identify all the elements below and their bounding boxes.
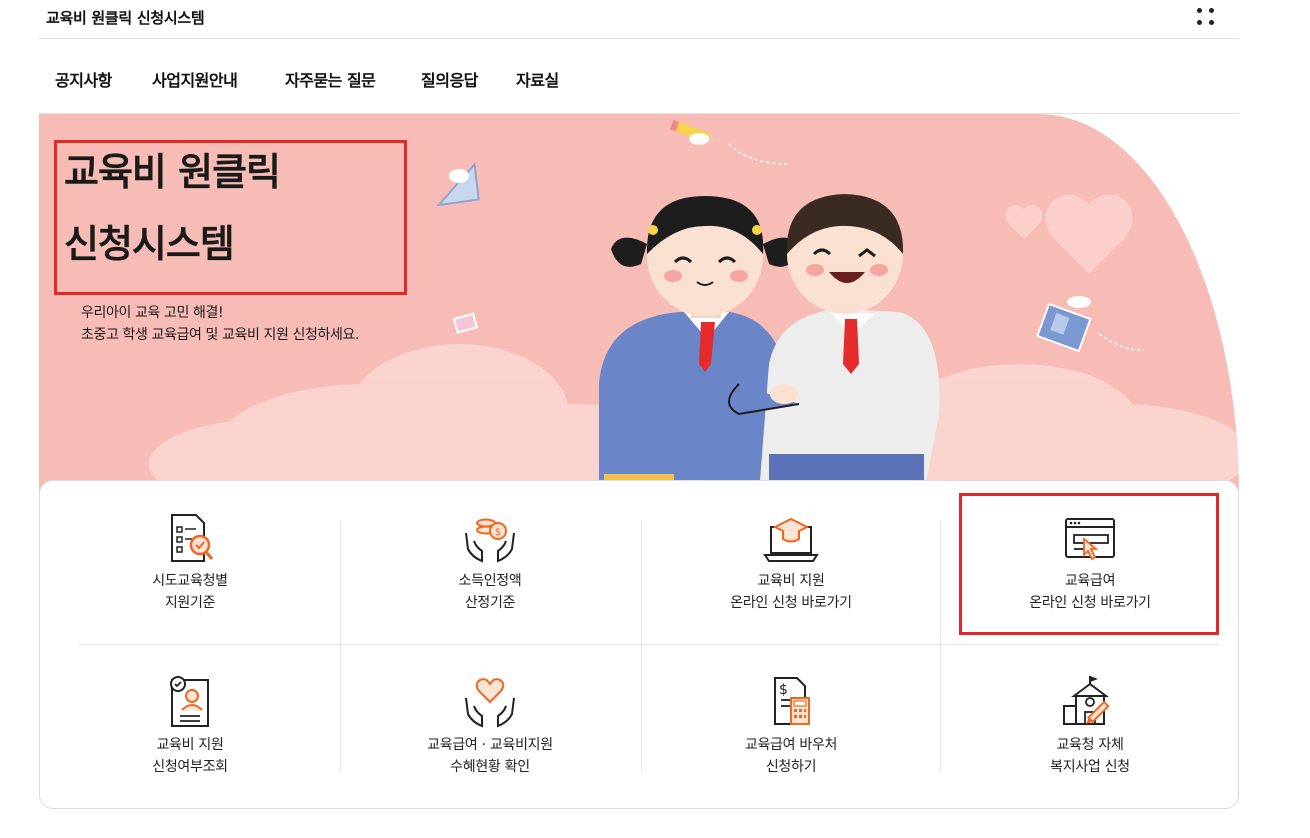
hero-subtitle-line2: 초중고 학생 교육급여 및 교육비 지원 신청하세요. [81,327,359,343]
service-card-education-cost-apply[interactable]: 교육비 지원 온라인 신청 바로가기 [641,506,941,646]
service-card-regional-criteria[interactable]: 시도교육청별 지원기준 [40,506,340,646]
service-label-line1: 시도교육청별 [152,573,228,589]
service-label-line1: 교육급여 바우처 [744,737,838,753]
service-label: 교육청 자체 복지사업 신청 [940,734,1240,778]
document-search-icon [171,514,214,562]
dots-grid-icon[interactable] [1197,8,1217,28]
hero-title-line1: 교육비 원클릭 [64,150,281,194]
svg-text:$: $ [779,682,788,698]
service-label: 시도교육청별 지원기준 [40,570,340,614]
hero-title-line2: 신청시스템 [64,222,235,266]
hero-subtitle-line1: 우리아이 교육 고민 해결! [81,305,224,321]
service-label: 교육급여 · 교육비지원 수혜현황 확인 [340,734,640,778]
service-label-line1: 교육청 자체 [1056,737,1124,753]
service-card-voucher-apply[interactable]: $ 교육급여 바우처 신청하기 [641,671,941,811]
hands-coins-icon: $ [465,518,515,563]
service-label-line2: 온라인 신청 바로가기 [1029,595,1151,611]
service-label-line1: 교육비 지원 [757,573,825,589]
service-label-line2: 산정기준 [464,595,516,611]
service-label: 소득인정액 산정기준 [340,570,640,614]
service-card-application-status[interactable]: 교육비 지원 신청여부조회 [40,671,340,811]
service-card-education-benefit-apply[interactable]: 교육급여 온라인 신청 바로가기 [940,506,1240,646]
school-pencil-icon [1063,676,1110,725]
top-bar: 교육비 원클릭 신청시스템 [39,0,1239,39]
profile-check-icon [170,676,209,727]
nav-item-qna[interactable]: 질의응답 [421,67,478,91]
nav-item-faq[interactable]: 자주묻는 질문 [285,67,376,91]
site-title[interactable]: 교육비 원클릭 신청시스템 [46,7,205,28]
svg-text:$: $ [495,527,501,538]
service-label-line2: 복지사업 신청 [1050,759,1130,775]
nav-item-notice[interactable]: 공지사항 [55,67,112,91]
service-card-income-criteria[interactable]: $ 소득인정액 산정기준 [340,506,640,646]
service-label: 교육비 지원 온라인 신청 바로가기 [641,570,941,614]
browser-click-icon [1065,518,1115,561]
service-label: 교육비 지원 신청여부조회 [40,734,340,778]
hands-heart-icon [465,678,515,728]
service-label-line2: 지원기준 [164,595,216,611]
service-label: 교육급여 온라인 신청 바로가기 [940,570,1240,614]
service-label-line2: 신청여부조회 [152,759,228,775]
invoice-calculator-icon: $ [774,677,810,725]
hero-banner: 교육비 원클릭 신청시스템 우리아이 교육 고민 해결! 초중고 학생 교육급여… [39,114,1239,494]
service-label: 교육급여 바우처 신청하기 [641,734,941,778]
main-nav: 공지사항 사업지원안내 자주묻는 질문 질의응답 자료실 [39,39,1239,114]
service-card-benefit-status[interactable]: 교육급여 · 교육비지원 수혜현황 확인 [340,671,640,811]
service-label-line2: 수혜현황 확인 [450,759,530,775]
service-label-line1: 교육급여 · 교육비지원 [427,737,553,753]
services-panel: 시도교육청별 지원기준 $ 소득인정액 산정기준 교육비 지원 온라인 신청 바… [39,480,1239,809]
hero-subtitle: 우리아이 교육 고민 해결! 초중고 학생 교육급여 및 교육비 지원 신청하세… [81,302,359,346]
service-label-line1: 소득인정액 [458,573,522,589]
hero-title: 교육비 원클릭 신청시스템 [64,136,281,280]
laptop-graduation-icon [763,517,819,562]
nav-item-program-guide[interactable]: 사업지원안내 [152,67,238,91]
service-label-line2: 신청하기 [765,759,817,775]
service-card-office-welfare[interactable]: 교육청 자체 복지사업 신청 [940,671,1240,811]
nav-item-archive[interactable]: 자료실 [516,67,559,91]
service-label-line1: 교육비 지원 [156,737,224,753]
service-label-line1: 교육급여 [1064,573,1116,589]
service-label-line2: 온라인 신청 바로가기 [730,595,852,611]
